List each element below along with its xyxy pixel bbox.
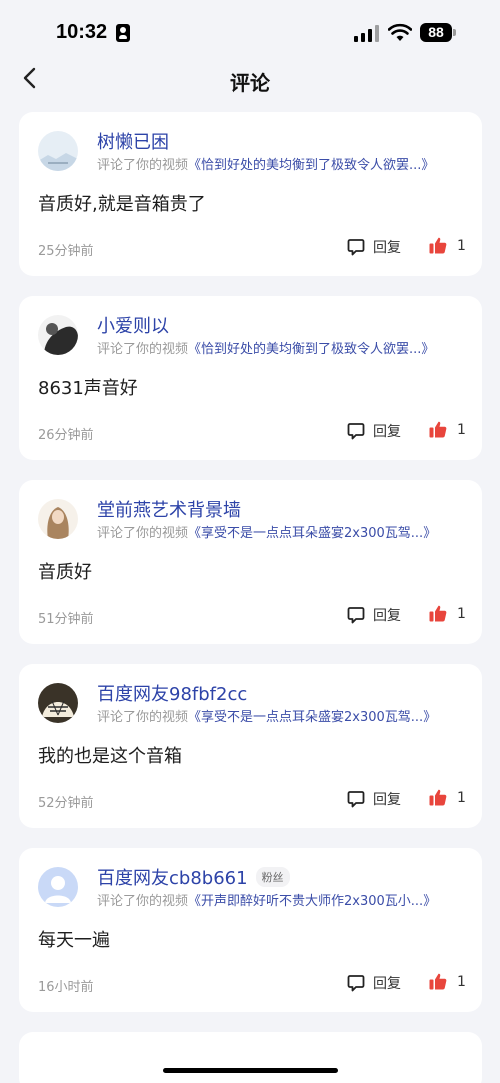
user-row: 堂前燕艺术背景墙 xyxy=(97,497,241,521)
reply-button[interactable]: 回复 xyxy=(347,789,401,809)
battery-indicator: 88 xyxy=(420,23,452,42)
avatar[interactable] xyxy=(38,131,78,171)
user-row: 小爱则以 xyxy=(97,313,169,337)
thumbs-up-icon xyxy=(429,421,447,438)
status-bar: 10:32 88 xyxy=(0,0,500,60)
comment-context: 评论了你的视频《享受不是一点点耳朵盛宴2x300瓦驾...》 xyxy=(97,522,436,541)
user-row: 百度网友98fbf2cc xyxy=(97,681,247,705)
action-text: 评论了你的视频 xyxy=(97,526,189,541)
video-link[interactable]: 《享受不是一点点耳朵盛宴2x300瓦驾...》 xyxy=(188,526,436,541)
comment-list: 树懒已困 评论了你的视频《恰到好处的美均衡到了极致令人欲罢...》 音质好,就是… xyxy=(19,112,482,1032)
thumbs-up-icon xyxy=(429,237,447,254)
comment-text: 每天一遍 xyxy=(38,930,110,951)
status-time: 10:32 xyxy=(56,21,108,43)
comment-time: 51分钟前 xyxy=(38,612,94,627)
comment-context: 评论了你的视频《享受不是一点点耳朵盛宴2x300瓦驾...》 xyxy=(97,706,436,725)
comment-card[interactable]: 百度网友98fbf2cc 评论了你的视频《享受不是一点点耳朵盛宴2x300瓦驾.… xyxy=(19,664,482,828)
action-text: 评论了你的视频 xyxy=(97,894,189,909)
like-button[interactable]: 1 xyxy=(429,237,466,254)
fan-badge: 粉丝 xyxy=(255,867,290,887)
avatar[interactable] xyxy=(38,683,78,723)
comment-time: 26分钟前 xyxy=(38,428,94,443)
username[interactable]: 小爱则以 xyxy=(97,312,169,338)
thumbs-up-icon xyxy=(429,973,447,990)
comment-time: 52分钟前 xyxy=(38,796,94,811)
comment-bubble-icon xyxy=(347,791,365,808)
wifi-icon xyxy=(388,23,412,41)
thumbs-up-icon xyxy=(429,789,447,806)
video-link[interactable]: 《享受不是一点点耳朵盛宴2x300瓦驾...》 xyxy=(188,710,436,725)
video-link[interactable]: 《恰到好处的美均衡到了极致令人欲罢...》 xyxy=(188,342,434,357)
like-count: 1 xyxy=(457,973,466,990)
action-text: 评论了你的视频 xyxy=(97,158,189,173)
page-title: 评论 xyxy=(230,71,270,95)
reply-button[interactable]: 回复 xyxy=(347,237,401,257)
like-button[interactable]: 1 xyxy=(429,421,466,438)
username[interactable]: 树懒已困 xyxy=(97,128,169,154)
comment-time: 25分钟前 xyxy=(38,244,94,259)
like-count: 1 xyxy=(457,789,466,806)
like-count: 1 xyxy=(457,421,466,438)
like-button[interactable]: 1 xyxy=(429,605,466,622)
video-link[interactable]: 《开声即醉好听不贵大师作2x300瓦小...》 xyxy=(188,894,436,909)
action-text: 评论了你的视频 xyxy=(97,342,189,357)
username[interactable]: 百度网友cb8b661 xyxy=(97,864,248,890)
comment-card[interactable]: 小爱则以 评论了你的视频《恰到好处的美均衡到了极致令人欲罢...》 8631声音… xyxy=(19,296,482,460)
avatar[interactable] xyxy=(38,499,78,539)
comment-context: 评论了你的视频《恰到好处的美均衡到了极致令人欲罢...》 xyxy=(97,338,434,357)
user-row: 百度网友cb8b661 粉丝 xyxy=(97,865,290,889)
reply-label: 回复 xyxy=(373,608,401,624)
home-indicator[interactable] xyxy=(163,1068,338,1073)
reply-label: 回复 xyxy=(373,792,401,808)
username[interactable]: 百度网友98fbf2cc xyxy=(97,680,247,706)
reply-label: 回复 xyxy=(373,240,401,256)
comment-text: 音质好 xyxy=(38,562,92,583)
like-count: 1 xyxy=(457,605,466,622)
like-button[interactable]: 1 xyxy=(429,973,466,990)
comment-bubble-icon xyxy=(347,975,365,992)
reply-label: 回复 xyxy=(373,424,401,440)
nav-bar: 评论 xyxy=(0,60,500,100)
thumbs-up-icon xyxy=(429,605,447,622)
contact-card-icon xyxy=(116,24,130,42)
comment-context: 评论了你的视频《恰到好处的美均衡到了极致令人欲罢...》 xyxy=(97,154,434,173)
reply-button[interactable]: 回复 xyxy=(347,605,401,625)
comment-time: 16小时前 xyxy=(38,980,94,995)
reply-button[interactable]: 回复 xyxy=(347,973,401,993)
video-link[interactable]: 《恰到好处的美均衡到了极致令人欲罢...》 xyxy=(188,158,434,173)
avatar[interactable] xyxy=(38,867,78,907)
reply-button[interactable]: 回复 xyxy=(347,421,401,441)
comment-context: 评论了你的视频《开声即醉好听不贵大师作2x300瓦小...》 xyxy=(97,890,436,909)
comment-text: 音质好,就是音箱贵了 xyxy=(38,194,206,215)
user-row: 树懒已困 xyxy=(97,129,169,153)
comment-card-partial[interactable] xyxy=(19,1032,482,1083)
comment-text: 我的也是这个音箱 xyxy=(38,746,182,767)
comment-card[interactable]: 堂前燕艺术背景墙 评论了你的视频《享受不是一点点耳朵盛宴2x300瓦驾...》 … xyxy=(19,480,482,644)
comment-bubble-icon xyxy=(347,423,365,440)
reply-label: 回复 xyxy=(373,976,401,992)
cellular-signal-icon xyxy=(354,25,380,42)
comment-bubble-icon xyxy=(347,239,365,256)
comment-card[interactable]: 百度网友cb8b661 粉丝 评论了你的视频《开声即醉好听不贵大师作2x300瓦… xyxy=(19,848,482,1012)
avatar[interactable] xyxy=(38,315,78,355)
action-text: 评论了你的视频 xyxy=(97,710,189,725)
comment-bubble-icon xyxy=(347,607,365,624)
battery-tip xyxy=(453,29,456,36)
username[interactable]: 堂前燕艺术背景墙 xyxy=(97,496,241,522)
like-button[interactable]: 1 xyxy=(429,789,466,806)
comment-text: 8631声音好 xyxy=(38,378,138,399)
comment-card[interactable]: 树懒已困 评论了你的视频《恰到好处的美均衡到了极致令人欲罢...》 音质好,就是… xyxy=(19,112,482,276)
like-count: 1 xyxy=(457,237,466,254)
